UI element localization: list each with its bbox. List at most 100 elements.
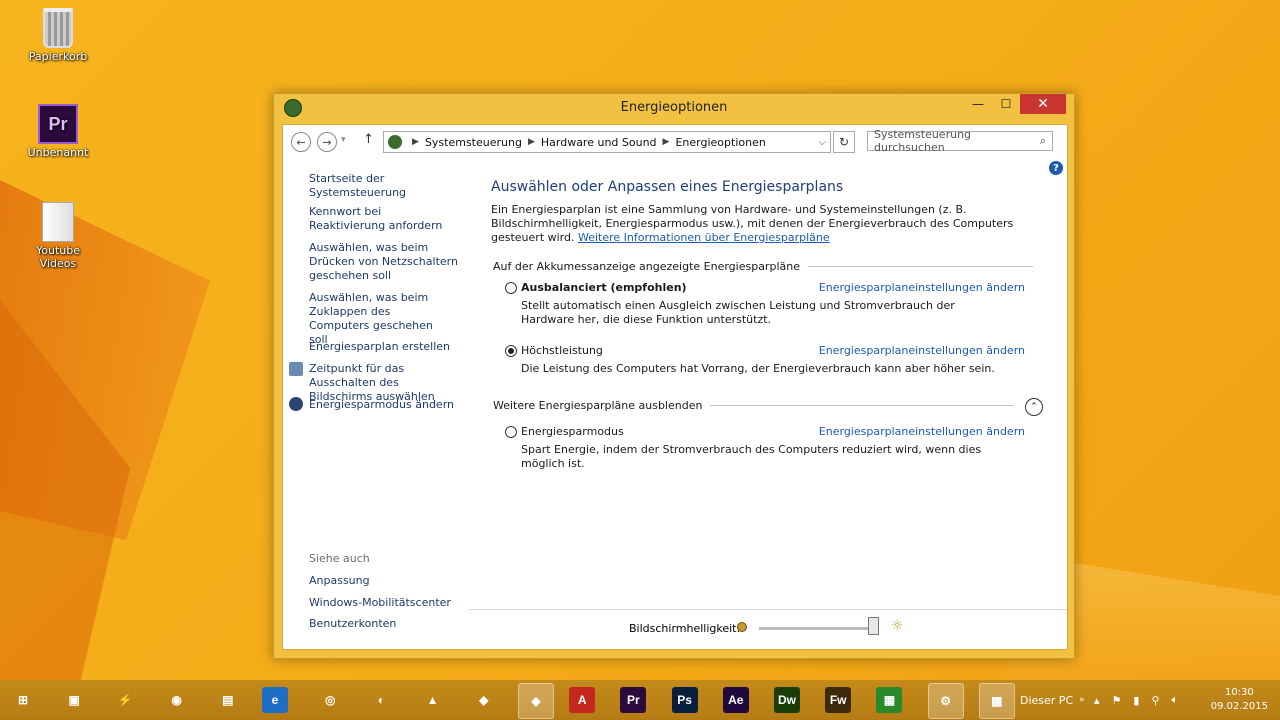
plan-description: Die Leistung des Computers hat Vorrang, …	[521, 362, 995, 375]
vlc-icon[interactable]: ▲	[416, 683, 450, 717]
sleep-icon	[289, 397, 303, 411]
plan-settings-link[interactable]: Energiesparplaneinstellungen ändern	[819, 344, 1025, 357]
desktop-icon-youtube-videos[interactable]: Youtube Videos	[18, 202, 98, 270]
breadcrumb-item[interactable]: Hardware und Sound	[541, 136, 657, 149]
clock-time: 10:30	[1224, 687, 1254, 698]
plan-settings-link[interactable]: Energiesparplaneinstellungen ändern	[819, 425, 1025, 438]
plan-high-performance: Höchstleistung Energiesparplaneinstellun…	[505, 344, 1025, 378]
sidebar-link-mobility-center[interactable]: Windows-Mobilitätscenter	[309, 596, 469, 610]
clock[interactable]: 10:30 09.02.2015	[1211, 686, 1268, 714]
more-info-link[interactable]: Weitere Informationen über Energiesparpl…	[578, 231, 830, 244]
brightness-slider-track[interactable]	[759, 627, 879, 630]
search-input[interactable]: Systemsteuerung durchsuchen ⌕	[867, 128, 1053, 154]
sidebar-link-password[interactable]: Kennwort bei Reaktivierung anfordern	[309, 205, 457, 233]
sidebar-link-lid-close[interactable]: Auswählen, was beim Zuklappen des Comput…	[309, 291, 449, 347]
brightness-label: Bildschirmhelligkeit:	[629, 622, 741, 635]
back-button[interactable]: ←	[291, 132, 311, 152]
chrome-icon[interactable]: ◎	[313, 683, 347, 717]
plan-radio-balanced[interactable]	[505, 282, 517, 294]
forward-button[interactable]: →	[317, 132, 337, 152]
sidebar-link-power-buttons[interactable]: Auswählen, was beim Drücken von Netzscha…	[309, 241, 465, 283]
brightness-high-icon: ☼	[891, 618, 904, 634]
power-icon[interactable]: ⚡	[108, 683, 142, 717]
plan-radio-high-performance[interactable]	[505, 345, 517, 357]
search-icon[interactable]: ⌕	[1040, 134, 1046, 148]
plan-name: Höchstleistung	[521, 344, 603, 357]
chevron-down-icon[interactable]: ⌵	[818, 137, 826, 148]
after-effects-icon[interactable]: Ae	[722, 687, 749, 713]
clock-date: 09.02.2015	[1210, 701, 1268, 712]
breadcrumb-item[interactable]: Systemsteuerung	[425, 136, 522, 149]
close-button[interactable]: ✕	[1020, 94, 1066, 114]
chevron-up-icon[interactable]: ⌃	[1025, 398, 1043, 416]
help-icon[interactable]: ?	[1049, 161, 1063, 175]
action-center-icon[interactable]: ⚑	[1112, 694, 1122, 707]
firefox-icon[interactable]: ◐	[364, 683, 398, 717]
photoshop-icon[interactable]: Ps	[671, 687, 698, 713]
desktop-icon-label: Papierkorb	[28, 50, 88, 63]
control-panel-icon[interactable]: ◆	[518, 683, 554, 719]
minimize-button[interactable]: —	[964, 94, 992, 114]
pdf-icon[interactable]: A	[569, 687, 596, 713]
brightness-slider-thumb[interactable]	[868, 617, 879, 635]
power-tray-icon[interactable]: ▮	[1133, 694, 1139, 707]
section-header-more-plans[interactable]: Weitere Energiesparpläne ausblenden	[493, 399, 1013, 412]
show-hidden-icons-icon[interactable]: ▴	[1094, 694, 1100, 707]
internet-explorer-icon[interactable]: e	[262, 687, 288, 713]
tray-toolbar-label[interactable]: Dieser PC »	[1020, 680, 1085, 720]
sidebar-link-personalization[interactable]: Anpassung	[309, 574, 469, 588]
brightness-bar: Bildschirmhelligkeit: ☼	[469, 609, 1067, 650]
desktop-icon-label: Youtube Videos	[36, 244, 80, 270]
premiere-project-icon: Pr	[38, 104, 78, 144]
section-header-battery-plans: Auf der Akkumessanzeige angezeigte Energ…	[493, 260, 1033, 273]
sidebar-link-create-plan[interactable]: Energiesparplan erstellen	[309, 340, 469, 354]
sidebar-link-user-accounts[interactable]: Benutzerkonten	[309, 617, 469, 631]
fireworks-icon[interactable]: Fw	[825, 687, 852, 713]
recycle-bin-icon	[43, 8, 73, 48]
sidebar-link-home[interactable]: Startseite der Systemsteuerung	[309, 172, 469, 200]
network-tray-icon[interactable]: ⚲	[1151, 694, 1159, 707]
maximize-button[interactable]: ☐	[992, 94, 1020, 114]
recent-pages-icon[interactable]: ▾	[341, 135, 346, 145]
desktop-icon-premiere-project[interactable]: Pr Unbenannt	[18, 104, 98, 159]
refresh-button[interactable]: ↻	[833, 131, 855, 153]
plan-name: Ausbalanciert (empfohlen)	[521, 281, 687, 294]
start-icon[interactable]: ⊞	[6, 683, 40, 717]
computer-icon[interactable]: ▣	[57, 683, 91, 717]
plan-radio-power-saver[interactable]	[505, 426, 517, 438]
premiere-icon[interactable]: Pr	[620, 687, 647, 713]
folder-icon	[42, 202, 74, 242]
display-icon[interactable]: ▩	[978, 683, 1015, 719]
section-title: Weitere Energiesparpläne ausblenden	[493, 399, 703, 412]
intro-text: Ein Energiesparplan ist eine Sammlung vo…	[491, 203, 1031, 245]
title-bar[interactable]: Energieoptionen — ☐ ✕	[274, 94, 1074, 120]
brightness-low-icon	[737, 622, 747, 632]
plan-power-saver: Energiesparmodus Energiesparplaneinstell…	[505, 425, 1025, 470]
plan-description: Spart Energie, indem der Stromverbrauch …	[521, 443, 982, 470]
breadcrumb-item[interactable]: Energieoptionen	[675, 136, 765, 149]
plan-balanced: Ausbalanciert (empfohlen) Energiesparpla…	[505, 281, 1025, 326]
sidebar-link-sleep[interactable]: Energiesparmodus ändern	[309, 398, 469, 412]
search-placeholder: Systemsteuerung durchsuchen	[874, 128, 972, 154]
volume-icon[interactable]: 🔈︎	[1172, 693, 1179, 707]
navigation-bar: ← → ▾ ↑ ▶ Systemsteuerung ▶ Hardware und…	[283, 125, 1067, 159]
page-title: Auswählen oder Anpassen eines Energiespa…	[491, 179, 844, 195]
explorer-icon[interactable]: ▤	[211, 683, 245, 717]
app-icon[interactable]: ◆	[467, 683, 501, 717]
desktop-icon-recycle-bin[interactable]: Papierkorb	[18, 8, 98, 63]
main-panel: Auswählen oder Anpassen eines Energiespa…	[491, 165, 1051, 645]
power-options-window: Energieoptionen — ☐ ✕ ← → ▾ ↑ ▶ Systemst…	[273, 93, 1075, 659]
plan-settings-link[interactable]: Energiesparplaneinstellungen ändern	[819, 281, 1025, 294]
up-button[interactable]: ↑	[363, 132, 374, 147]
dreamweaver-icon[interactable]: Dw	[774, 687, 800, 713]
address-bar[interactable]: ▶ Systemsteuerung ▶ Hardware und Sound ▶…	[383, 131, 831, 153]
task-sidebar: Startseite der Systemsteuerung Kennwort …	[283, 165, 463, 645]
section-title: Auf der Akkumessanzeige angezeigte Energ…	[493, 260, 800, 273]
network-icon[interactable]: ◉	[160, 683, 194, 717]
control-panel-icon	[388, 135, 402, 149]
settings-icon[interactable]: ⚙	[927, 683, 964, 719]
chevron-icon: »	[1079, 695, 1085, 705]
desktop-icon-label: Unbenannt	[27, 146, 89, 159]
store-icon[interactable]: ▦	[876, 687, 903, 713]
see-also-heading: Siehe auch	[309, 552, 370, 565]
